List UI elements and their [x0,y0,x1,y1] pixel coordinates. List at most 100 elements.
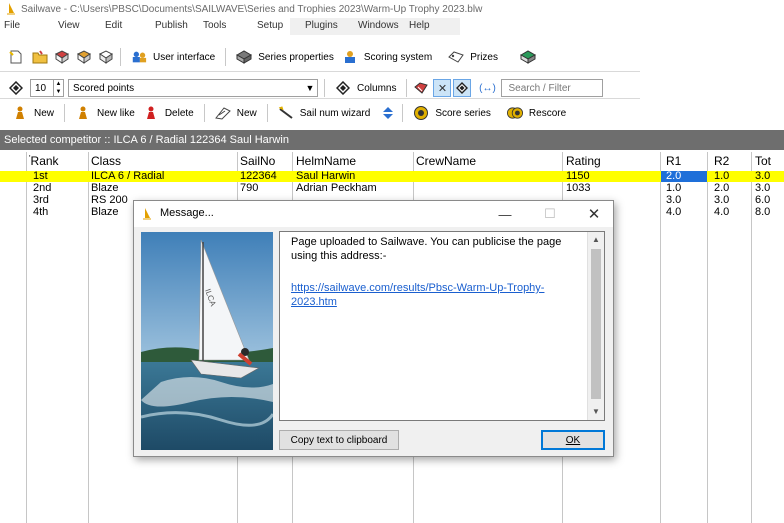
save-icon[interactable] [54,49,70,65]
header-helmname[interactable]: HelmName [296,154,356,168]
close-icon: ✕ [437,82,448,95]
cell-class: Blaze [91,182,119,194]
cell-helmname: Adrian Peckham [296,182,377,194]
cell-r2: 2.0 [714,182,730,194]
toolbar-separator [64,104,66,122]
new-label: New [34,107,55,119]
maximize-icon: ☐ [544,206,556,221]
layout-icon[interactable] [8,80,24,96]
new-like-button[interactable]: New like [71,103,139,123]
header-tot[interactable]: Tot [755,154,771,168]
cell-tot: 6.0 [755,194,771,206]
minimize-icon[interactable]: — [492,204,518,224]
toolbar-separator [266,104,268,122]
clear-filter-toggle[interactable]: ✕ [433,79,452,97]
cell-rank: 2nd [33,182,52,194]
cell-class: Blaze [91,206,119,218]
cell-r1: 4.0 [666,206,682,218]
table-row[interactable]: 1st ILCA 6 / Radial 122364 Saul Harwin 1… [0,171,784,182]
cell-r1: 3.0 [666,194,682,206]
prizes-button[interactable]: Prizes [444,47,502,67]
header-rank[interactable]: 'Rank [29,154,59,168]
delete-competitor-button[interactable]: Delete [139,103,198,123]
scored-points-value: Scored points [73,82,135,94]
spinner-arrows[interactable]: ▲ ▼ [53,80,63,96]
cell-tot: 8.0 [755,206,771,218]
title-bar: Sailwave - C:\Users\PBSC\Documents\SAILW… [0,0,784,18]
results-url-link[interactable]: https://sailwave.com/results/Pbsc-Warm-U… [291,281,581,309]
scroll-down-icon[interactable]: ▼ [588,404,604,420]
cell-r1: 1.0 [666,182,682,194]
menu-bar: File View Edit Publish Tools Setup Plugi… [0,18,784,35]
cell-r2: 1.0 [714,170,730,182]
message-scrollbar[interactable]: ▲ ▼ [587,232,604,420]
copy-to-clipboard-button[interactable]: Copy text to clipboard [279,430,399,450]
cell-rank: 3rd [33,194,49,206]
menu-tools[interactable]: Tools [203,20,226,31]
rescore-button[interactable]: Rescore [503,103,570,123]
save-as-icon[interactable] [76,49,92,65]
window-title: Sailwave - C:\Users\PBSC\Documents\SAILW… [21,3,483,15]
menu-view[interactable]: View [58,20,80,31]
cell-class: ILCA 6 / Radial [91,170,165,182]
open-folder-icon[interactable] [32,49,48,65]
menu-setup[interactable]: Setup [257,20,283,31]
person-icon [75,105,91,121]
rows-spinner-value: 10 [35,82,47,94]
menu-windows[interactable]: Windows [358,20,399,31]
header-crewname[interactable]: CrewName [416,154,476,168]
header-rating[interactable]: Rating [566,154,601,168]
sail-num-wizard-button[interactable]: Sail num wizard [274,103,375,123]
header-class[interactable]: Class [91,154,121,168]
scoring-system-button[interactable]: Scoring system [338,47,436,67]
columns-label: Columns [357,82,397,94]
menu-file[interactable]: File [4,20,20,31]
menu-publish[interactable]: Publish [155,20,188,31]
chevron-down-icon[interactable]: ▼ [303,83,317,93]
header-sailno[interactable]: SailNo [240,154,275,168]
menu-plugins[interactable]: Plugins [305,20,338,31]
competitor-toolbar: New New like Delete New Sail num wizard … [0,101,784,125]
toolbar-separator [324,79,325,97]
new-like-label: New like [97,107,135,119]
scoring-system-icon [342,49,358,65]
dialog-title: Message... [160,207,214,219]
rows-spinner[interactable]: 10 ▲ ▼ [30,79,64,97]
score-series-button[interactable]: Score series [409,103,495,123]
search-filter-input[interactable]: Search / Filter [501,79,604,97]
header-r1[interactable]: R1 [666,154,681,168]
new-file-icon[interactable] [8,49,24,65]
dialog-title-bar[interactable]: Message... — ☐ ✕ [134,201,613,227]
globe-icon[interactable] [520,49,536,65]
columns-button[interactable]: Columns [331,78,400,98]
diamond-icon [456,82,469,94]
series-properties-button[interactable]: Series properties [232,47,338,67]
header-r2[interactable]: R2 [714,154,729,168]
sort-icon[interactable] [380,105,396,121]
table-row[interactable]: 2nd Blaze 790 Adrian Peckham 1033 1.0 2.… [0,183,784,194]
highlight-icon[interactable] [413,80,429,96]
expand-icon[interactable]: (↔) [479,80,496,96]
publish-icon[interactable] [98,49,114,65]
delete-person-icon [143,105,159,121]
flag-icon [214,105,231,121]
menu-help[interactable]: Help [409,20,430,31]
menu-edit[interactable]: Edit [105,20,122,31]
main-toolbar: User interface Series properties Scoring… [0,45,784,69]
ok-button[interactable]: OK [541,430,605,450]
close-icon[interactable]: ✕ [581,204,607,224]
diamond-toggle[interactable] [453,79,472,97]
new-competitor-button[interactable]: New [8,103,58,123]
scrollbar-thumb[interactable] [591,249,601,399]
cell-rank: 1st [33,170,48,182]
user-interface-button[interactable]: User interface [127,47,219,67]
scroll-up-icon[interactable]: ▲ [588,232,604,248]
toolbar-separator [120,48,121,66]
cell-r1-selected[interactable]: 2.0 [661,171,707,182]
message-textbox[interactable]: Page uploaded to Sailwave. You can publi… [279,231,605,421]
scored-points-select[interactable]: Scored points ▼ [68,79,318,97]
toolbar-separator [225,48,227,66]
sailwave-app-icon [143,208,151,220]
new-race-button[interactable]: New [211,103,261,123]
new2-label: New [236,107,257,119]
